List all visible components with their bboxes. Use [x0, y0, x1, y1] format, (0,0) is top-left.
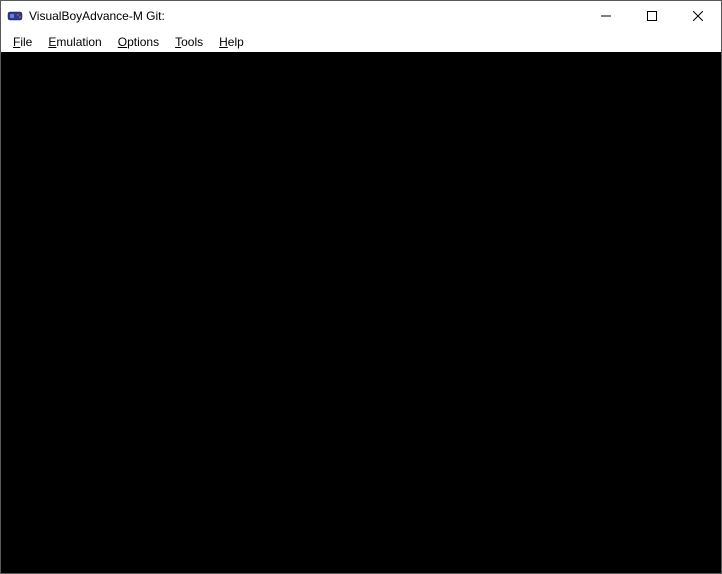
close-icon — [693, 11, 703, 21]
maximize-icon — [647, 11, 657, 21]
window-title: VisualBoyAdvance-M Git: — [29, 9, 583, 23]
menu-help[interactable]: Help — [211, 33, 252, 51]
menu-tools[interactable]: Tools — [167, 33, 211, 51]
close-button[interactable] — [675, 1, 721, 31]
menu-options[interactable]: Options — [110, 33, 167, 51]
menu-file[interactable]: File — [5, 33, 40, 51]
app-window: VisualBoyAdvance-M Git: File Emulation O… — [0, 0, 722, 574]
menu-emulation[interactable]: Emulation — [40, 33, 109, 51]
app-icon — [7, 8, 23, 24]
minimize-icon — [601, 11, 611, 21]
maximize-button[interactable] — [629, 1, 675, 31]
minimize-button[interactable] — [583, 1, 629, 31]
titlebar: VisualBoyAdvance-M Git: — [1, 1, 721, 31]
menubar: File Emulation Options Tools Help — [1, 31, 721, 52]
display-area — [1, 52, 721, 573]
window-controls — [583, 1, 721, 31]
